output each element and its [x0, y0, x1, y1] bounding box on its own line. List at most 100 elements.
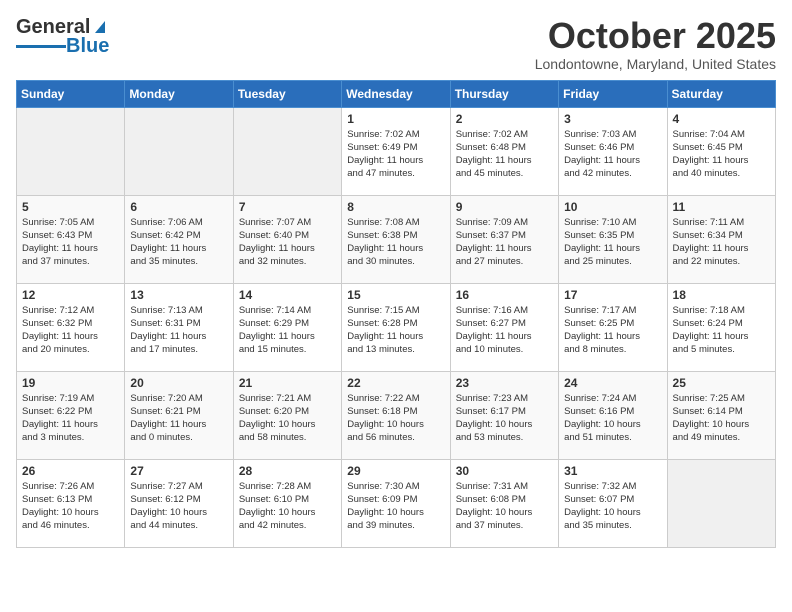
day-info: Sunrise: 7:15 AMSunset: 6:28 PMDaylight:…	[347, 304, 444, 357]
day-info: Sunrise: 7:21 AMSunset: 6:20 PMDaylight:…	[239, 392, 336, 445]
day-cell: 27Sunrise: 7:27 AMSunset: 6:12 PMDayligh…	[125, 459, 233, 547]
day-cell: 23Sunrise: 7:23 AMSunset: 6:17 PMDayligh…	[450, 371, 558, 459]
day-number: 1	[347, 112, 444, 126]
day-info: Sunrise: 7:03 AMSunset: 6:46 PMDaylight:…	[564, 128, 661, 181]
day-number: 12	[22, 288, 119, 302]
day-number: 26	[22, 464, 119, 478]
day-info: Sunrise: 7:04 AMSunset: 6:45 PMDaylight:…	[673, 128, 770, 181]
day-number: 11	[673, 200, 770, 214]
day-info: Sunrise: 7:22 AMSunset: 6:18 PMDaylight:…	[347, 392, 444, 445]
day-cell: 26Sunrise: 7:26 AMSunset: 6:13 PMDayligh…	[17, 459, 125, 547]
calendar-header: General Blue October 2025 Londontowne, M…	[16, 16, 776, 72]
day-cell: 13 Sunrise: 7:13 AMSunset: 6:31 PMDayligh…	[125, 283, 233, 371]
day-info: Sunrise: 7:10 AMSunset: 6:35 PMDaylight:…	[564, 216, 661, 269]
day-cell: 28Sunrise: 7:28 AMSunset: 6:10 PMDayligh…	[233, 459, 341, 547]
day-info: Sunrise: 7:08 AMSunset: 6:38 PMDaylight:…	[347, 216, 444, 269]
header-right: October 2025 Londontowne, Maryland, Unit…	[535, 16, 776, 72]
header-friday: Friday	[559, 80, 667, 107]
day-info: Sunrise: 7:20 AMSunset: 6:21 PMDaylight:…	[130, 392, 227, 445]
day-cell: 15 Sunrise: 7:15 AMSunset: 6:28 PMDayligh…	[342, 283, 450, 371]
day-number: 28	[239, 464, 336, 478]
day-info: Sunrise: 7:18 AMSunset: 6:24 PMDaylight:…	[673, 304, 770, 357]
day-number: 3	[564, 112, 661, 126]
day-number: 13	[130, 288, 227, 302]
day-cell: 10Sunrise: 7:10 AMSunset: 6:35 PMDayligh…	[559, 195, 667, 283]
week-row-4: 19Sunrise: 7:19 AMSunset: 6:22 PMDayligh…	[17, 371, 776, 459]
header-wednesday: Wednesday	[342, 80, 450, 107]
day-number: 29	[347, 464, 444, 478]
day-number: 17	[564, 288, 661, 302]
day-number: 4	[673, 112, 770, 126]
day-number: 16	[456, 288, 553, 302]
day-number: 6	[130, 200, 227, 214]
day-info: Sunrise: 7:02 AMSunset: 6:49 PMDaylight:…	[347, 128, 444, 181]
day-info: Sunrise: 7:12 AMSunset: 6:32 PMDaylight:…	[22, 304, 119, 357]
day-number: 7	[239, 200, 336, 214]
logo-triangle-icon	[91, 17, 109, 35]
day-info: Sunrise: 7:02 AMSunset: 6:48 PMDaylight:…	[456, 128, 553, 181]
calendar-container: General Blue October 2025 Londontowne, M…	[0, 0, 792, 558]
week-row-1: 1 Sunrise: 7:02 AMSunset: 6:49 PMDaylight…	[17, 107, 776, 195]
day-info: Sunrise: 7:14 AMSunset: 6:29 PMDaylight:…	[239, 304, 336, 357]
logo: General Blue	[16, 16, 109, 58]
day-cell: 1 Sunrise: 7:02 AMSunset: 6:49 PMDaylight…	[342, 107, 450, 195]
day-cell: 2 Sunrise: 7:02 AMSunset: 6:48 PMDaylight…	[450, 107, 558, 195]
day-number: 25	[673, 376, 770, 390]
location: Londontowne, Maryland, United States	[535, 56, 776, 72]
day-info: Sunrise: 7:27 AMSunset: 6:12 PMDaylight:…	[130, 480, 227, 533]
day-cell: 29 Sunrise: 7:30 AMSunset: 6:09 PMDayligh…	[342, 459, 450, 547]
day-number: 21	[239, 376, 336, 390]
week-row-2: 5 Sunrise: 7:05 AMSunset: 6:43 PMDaylight…	[17, 195, 776, 283]
day-number: 18	[673, 288, 770, 302]
day-cell: 9 Sunrise: 7:09 AMSunset: 6:37 PMDaylight…	[450, 195, 558, 283]
calendar-table: Sunday Monday Tuesday Wednesday Thursday…	[16, 80, 776, 548]
day-info: Sunrise: 7:19 AMSunset: 6:22 PMDaylight:…	[22, 392, 119, 445]
day-cell: 6 Sunrise: 7:06 AMSunset: 6:42 PMDaylight…	[125, 195, 233, 283]
day-number: 15	[347, 288, 444, 302]
day-number: 9	[456, 200, 553, 214]
day-info: Sunrise: 7:30 AMSunset: 6:09 PMDaylight:…	[347, 480, 444, 533]
day-info: Sunrise: 7:32 AMSunset: 6:07 PMDaylight:…	[564, 480, 661, 533]
day-info: Sunrise: 7:24 AMSunset: 6:16 PMDaylight:…	[564, 392, 661, 445]
day-number: 20	[130, 376, 227, 390]
day-number: 30	[456, 464, 553, 478]
day-info: Sunrise: 7:31 AMSunset: 6:08 PMDaylight:…	[456, 480, 553, 533]
day-cell: 16 Sunrise: 7:16 AMSunset: 6:27 PMDayligh…	[450, 283, 558, 371]
day-number: 2	[456, 112, 553, 126]
month-title: October 2025	[535, 16, 776, 56]
day-cell: 20 Sunrise: 7:20 AMSunset: 6:21 PMDayligh…	[125, 371, 233, 459]
day-cell: 4 Sunrise: 7:04 AMSunset: 6:45 PMDaylight…	[667, 107, 775, 195]
day-number: 23	[456, 376, 553, 390]
day-cell: 31 Sunrise: 7:32 AMSunset: 6:07 PMDayligh…	[559, 459, 667, 547]
day-cell: 3 Sunrise: 7:03 AMSunset: 6:46 PMDaylight…	[559, 107, 667, 195]
day-number: 5	[22, 200, 119, 214]
day-cell: 22 Sunrise: 7:22 AMSunset: 6:18 PMDayligh…	[342, 371, 450, 459]
day-cell: 5 Sunrise: 7:05 AMSunset: 6:43 PMDaylight…	[17, 195, 125, 283]
day-number: 31	[564, 464, 661, 478]
day-info: Sunrise: 7:11 AMSunset: 6:34 PMDaylight:…	[673, 216, 770, 269]
day-number: 22	[347, 376, 444, 390]
day-cell: 18 Sunrise: 7:18 AMSunset: 6:24 PMDayligh…	[667, 283, 775, 371]
day-cell: 24 Sunrise: 7:24 AMSunset: 6:16 PMDayligh…	[559, 371, 667, 459]
logo-blue: Blue	[66, 35, 109, 58]
day-info: Sunrise: 7:06 AMSunset: 6:42 PMDaylight:…	[130, 216, 227, 269]
day-number: 8	[347, 200, 444, 214]
day-number: 24	[564, 376, 661, 390]
day-info: Sunrise: 7:17 AMSunset: 6:25 PMDaylight:…	[564, 304, 661, 357]
day-cell: 12 Sunrise: 7:12 AMSunset: 6:32 PMDayligh…	[17, 283, 125, 371]
day-info: Sunrise: 7:13 AMSunset: 6:31 PMDaylight:…	[130, 304, 227, 357]
day-number: 14	[239, 288, 336, 302]
logo-underline	[16, 45, 66, 48]
day-info: Sunrise: 7:16 AMSunset: 6:27 PMDaylight:…	[456, 304, 553, 357]
day-cell	[667, 459, 775, 547]
day-cell: 8 Sunrise: 7:08 AMSunset: 6:38 PMDaylight…	[342, 195, 450, 283]
header-monday: Monday	[125, 80, 233, 107]
week-row-3: 12 Sunrise: 7:12 AMSunset: 6:32 PMDayligh…	[17, 283, 776, 371]
day-info: Sunrise: 7:07 AMSunset: 6:40 PMDaylight:…	[239, 216, 336, 269]
header-saturday: Saturday	[667, 80, 775, 107]
day-cell: 19Sunrise: 7:19 AMSunset: 6:22 PMDayligh…	[17, 371, 125, 459]
day-info: Sunrise: 7:09 AMSunset: 6:37 PMDaylight:…	[456, 216, 553, 269]
day-info: Sunrise: 7:05 AMSunset: 6:43 PMDaylight:…	[22, 216, 119, 269]
day-cell	[17, 107, 125, 195]
day-cell: 17 Sunrise: 7:17 AMSunset: 6:25 PMDayligh…	[559, 283, 667, 371]
